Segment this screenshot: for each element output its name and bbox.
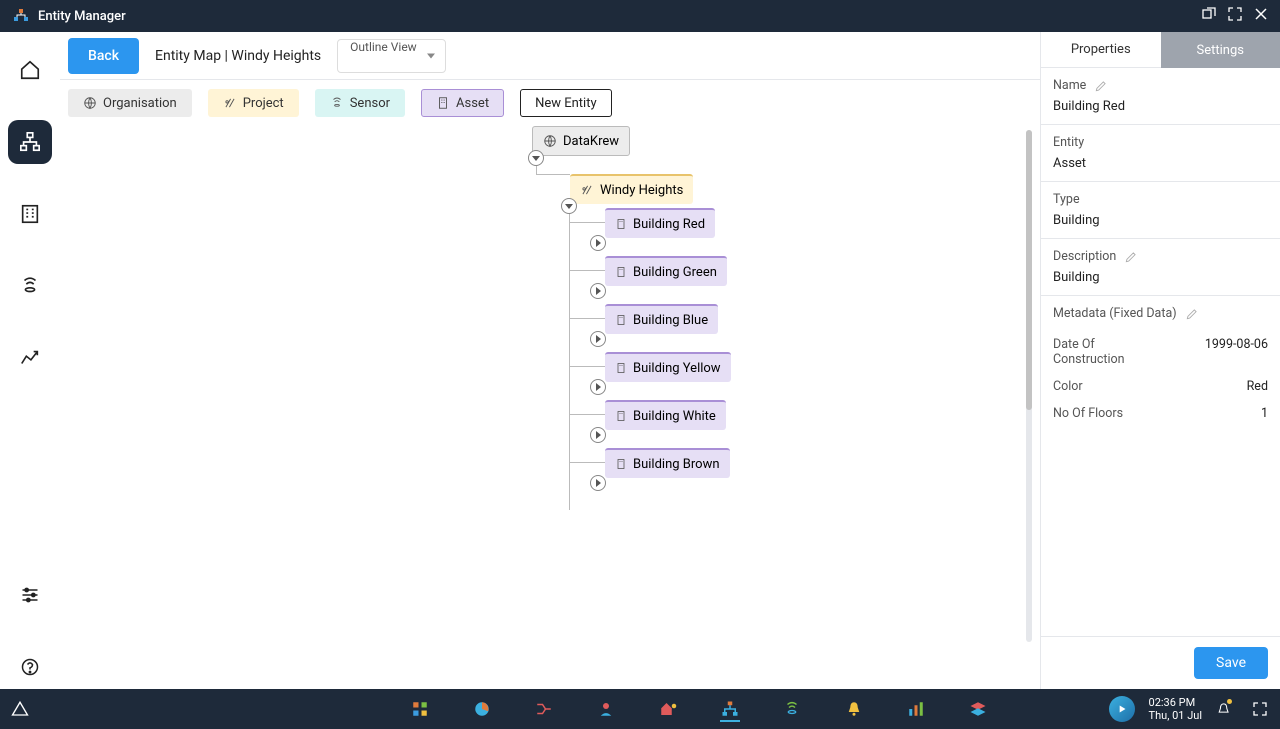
nav-analytics[interactable] <box>8 336 52 380</box>
expand-toggle-project[interactable] <box>561 198 577 214</box>
expand-toggle-asset-0[interactable] <box>590 235 606 251</box>
expand-toggle-organisation[interactable] <box>528 150 544 166</box>
taskbar-sensor-icon[interactable] <box>782 699 802 719</box>
new-entity-button[interactable]: New Entity <box>520 89 612 117</box>
prop-name-value: Building Red <box>1053 99 1268 114</box>
expand-toggle-asset-5[interactable] <box>590 475 606 491</box>
tree-node-project[interactable]: Windy Heights <box>570 174 693 204</box>
tab-properties[interactable]: Properties <box>1041 32 1161 68</box>
legend-chip-project: Project <box>208 89 299 117</box>
prop-type-label: Type <box>1053 192 1080 207</box>
expand-toggle-asset-1[interactable] <box>590 283 606 299</box>
prop-name-label: Name <box>1053 78 1086 93</box>
popout-icon[interactable] <box>1202 7 1216 25</box>
scrollbar-thumb[interactable] <box>1026 130 1032 410</box>
taskbar-barchart-icon[interactable] <box>906 699 926 719</box>
tree-node-organisation[interactable]: DataKrew <box>532 126 630 156</box>
prop-metadata-label: Metadata (Fixed Data) <box>1053 306 1177 321</box>
view-mode-select[interactable]: Outline View <box>337 39 446 73</box>
edit-icon[interactable] <box>1185 307 1199 321</box>
topbar: Back Entity Map | Windy Heights Outline … <box>60 32 1040 80</box>
taskbar: 02:36 PM Thu, 01 Jul <box>0 689 1280 729</box>
edit-icon[interactable] <box>1094 79 1108 93</box>
brand-ring-icon[interactable] <box>1109 696 1135 722</box>
back-button[interactable]: Back <box>68 38 139 74</box>
taskbar-warning-icon[interactable] <box>10 699 30 719</box>
taskbar-piechart-icon[interactable] <box>472 699 492 719</box>
expand-toggle-asset-3[interactable] <box>590 379 606 395</box>
tab-settings[interactable]: Settings <box>1161 32 1280 68</box>
properties-panel: Properties Settings Name Building Red En… <box>1040 32 1280 689</box>
expand-toggle-asset-2[interactable] <box>590 331 606 347</box>
edit-icon[interactable] <box>1124 250 1138 264</box>
taskbar-entitymap-icon[interactable] <box>720 702 740 722</box>
app-title: Entity Manager <box>38 9 1202 24</box>
breadcrumb: Entity Map | Windy Heights <box>155 48 321 64</box>
entity-canvas[interactable]: DataKrew Windy Heights Building Red Buil… <box>60 120 1040 689</box>
metadata-row: No Of Floors1 <box>1041 400 1280 427</box>
left-nav <box>0 32 60 689</box>
metadata-row: Date Of Construction1999-08-06 <box>1041 331 1280 373</box>
fullscreen-icon[interactable] <box>1228 7 1242 25</box>
tree-node-asset[interactable]: Building Red <box>605 208 715 238</box>
nav-settings[interactable] <box>8 573 52 617</box>
tree-node-asset[interactable]: Building Yellow <box>605 352 731 382</box>
prop-entity-value: Asset <box>1053 156 1268 171</box>
tree-node-asset[interactable]: Building Brown <box>605 448 730 478</box>
nav-buildings[interactable] <box>8 192 52 236</box>
close-icon[interactable] <box>1254 7 1268 25</box>
legend-row: Organisation Project Sensor Asset New En… <box>60 80 1040 120</box>
prop-description-label: Description <box>1053 249 1116 264</box>
taskbar-bell-icon[interactable] <box>844 699 864 719</box>
taskbar-notification-icon[interactable] <box>1216 699 1236 719</box>
tree-node-asset[interactable]: Building Green <box>605 256 727 286</box>
taskbar-homekey-icon[interactable] <box>658 699 678 719</box>
prop-description-value: Building <box>1053 270 1268 285</box>
metadata-row: ColorRed <box>1041 373 1280 400</box>
tree-node-asset[interactable]: Building White <box>605 400 726 430</box>
app-logo-icon <box>12 7 30 25</box>
prop-type-value: Building <box>1053 213 1268 228</box>
taskbar-fullscreen-icon[interactable] <box>1250 699 1270 719</box>
expand-toggle-asset-4[interactable] <box>590 427 606 443</box>
taskbar-clock: 02:36 PM Thu, 01 Jul <box>1149 696 1202 722</box>
nav-home[interactable] <box>8 48 52 92</box>
legend-chip-asset: Asset <box>421 89 504 117</box>
legend-chip-organisation: Organisation <box>68 89 192 117</box>
nav-entity-map[interactable] <box>8 120 52 164</box>
taskbar-flow-icon[interactable] <box>534 699 554 719</box>
save-button[interactable]: Save <box>1194 647 1268 679</box>
prop-entity-label: Entity <box>1053 135 1084 150</box>
titlebar: Entity Manager <box>0 0 1280 32</box>
nav-help[interactable] <box>8 645 52 689</box>
nav-sensors[interactable] <box>8 264 52 308</box>
taskbar-user-icon[interactable] <box>596 699 616 719</box>
taskbar-grid-icon[interactable] <box>410 699 430 719</box>
taskbar-layers-icon[interactable] <box>968 699 988 719</box>
tree-node-asset[interactable]: Building Blue <box>605 304 718 334</box>
legend-chip-sensor: Sensor <box>315 89 405 117</box>
